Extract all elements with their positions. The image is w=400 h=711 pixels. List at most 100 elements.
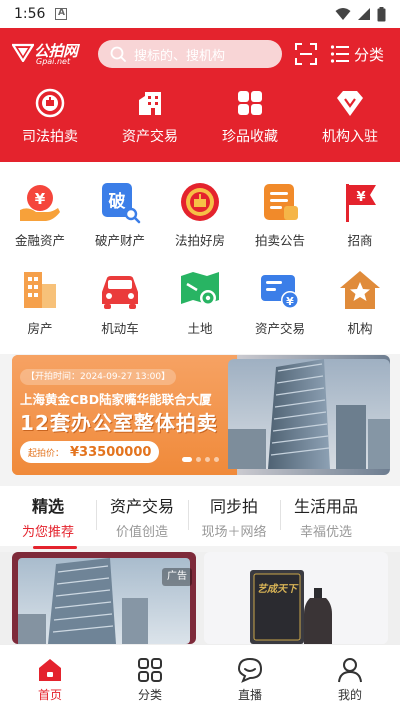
top-nav-institution-join[interactable]: 机构入驻: [300, 88, 400, 146]
grid-label: 拍卖公告: [254, 233, 305, 248]
category-icon: [138, 658, 162, 682]
banner-price-value: ¥33500000: [70, 444, 152, 460]
listing-cards: 广告 艺成天下: [0, 552, 400, 644]
banner-pagination: [182, 457, 219, 462]
grid-label: 土地: [187, 321, 213, 336]
search-icon: [110, 46, 126, 62]
grid-label: 金融资产: [14, 233, 65, 248]
search-placeholder: 搜标的、搜机构: [134, 48, 226, 64]
liquor-product-photo: 艺成天下: [204, 552, 388, 644]
land-pin-icon: [181, 272, 219, 306]
grid-row: ¥ 金融资产 破 破产财产 法拍好房 拍卖公告 ¥ 招商: [0, 180, 400, 249]
svg-text:¥: ¥: [286, 295, 294, 308]
wifi-icon: [335, 8, 351, 20]
tab-daily-goods[interactable]: 生活用品 幸福优选: [280, 486, 372, 546]
tab-subtitle: 价值创造: [115, 524, 168, 540]
logo-mark-icon: [12, 43, 34, 62]
top-nav-label: 司法拍卖: [22, 129, 78, 145]
bankrupt-char: 破: [109, 191, 126, 212]
logo[interactable]: 公拍网 Gpai.net: [12, 40, 88, 66]
banner-price-badge: 起拍价： ¥33500000: [20, 441, 160, 463]
promo-banner[interactable]: 【开拍时间：2024-09-27 13:00】 上海黄金CBD陆家嘴华能联合大厦…: [12, 355, 390, 475]
banner-auction-time: 【开拍时间：2024-09-27 13:00】: [20, 369, 177, 385]
grid-item-land[interactable]: 土地: [160, 268, 240, 337]
top-nav-label: 资产交易: [122, 129, 178, 145]
house-star-icon: [340, 271, 380, 309]
grid-label: 机构: [347, 321, 373, 336]
banner-dot[interactable]: [196, 457, 201, 462]
flag-yen-icon: ¥: [346, 184, 376, 222]
bottom-nav-label: 我的: [337, 688, 362, 702]
grid-item-auction-notice[interactable]: 拍卖公告: [240, 180, 320, 249]
banner-title: 上海黄金CBD陆家嘴华能联合大厦: [20, 392, 212, 407]
grid-label: 机动车: [101, 321, 139, 336]
tab-title: 精选: [31, 496, 64, 516]
top-nav-judicial-auction[interactable]: 司法拍卖: [0, 88, 100, 146]
home-icon: [39, 659, 61, 681]
liquor-card[interactable]: 艺成天下: [204, 552, 388, 644]
ad-badge: 广告: [162, 568, 192, 586]
banner-dot[interactable]: [182, 457, 192, 462]
active-tab-indicator: [33, 546, 77, 549]
tab-featured[interactable]: 精选 为您推荐: [0, 486, 96, 546]
live-chat-icon: [237, 657, 263, 683]
grid-label: 法拍好房: [174, 233, 225, 248]
court-emblem-icon: [35, 88, 65, 118]
battery-icon: [377, 6, 386, 21]
liquor-label: 艺成天下: [257, 583, 299, 595]
tab-title: 同步拍: [209, 496, 258, 516]
category-grid: ¥ 金融资产 破 破产财产 法拍好房 拍卖公告 ¥ 招商 房产 机动车 土地 ¥…: [0, 162, 400, 354]
grid-row: 房产 机动车 土地 ¥ 资产交易 机构: [0, 268, 400, 337]
grid-item-asset-trading[interactable]: ¥ 资产交易: [240, 268, 320, 337]
tab-subtitle: 为您推荐: [21, 524, 74, 540]
tab-subtitle: 幸福优选: [299, 524, 352, 540]
user-icon: [338, 658, 362, 683]
grid-item-financial-assets[interactable]: ¥ 金融资产: [0, 180, 80, 249]
status-time: 1:56: [14, 6, 46, 22]
bottom-nav-profile[interactable]: 我的: [300, 645, 400, 711]
grid-blocks-icon: [238, 91, 262, 115]
tab-title: 资产交易: [109, 496, 174, 516]
content-tabs: 精选 为您推荐 资产交易 价值创造 同步拍 现场＋网络 生活用品 幸福优选: [0, 486, 400, 546]
tab-title: 生活用品: [293, 496, 358, 516]
grid-item-institutions[interactable]: 机构: [320, 268, 400, 337]
tab-asset-trading[interactable]: 资产交易 价值创造: [96, 486, 188, 546]
grid-item-court-houses[interactable]: 法拍好房: [160, 180, 240, 249]
search-input[interactable]: 搜标的、搜机构: [98, 40, 282, 68]
logo-subtext: Gpai.net: [36, 57, 71, 66]
banner-building-photo: [228, 359, 390, 469]
top-nav: 司法拍卖 资产交易 珍品收藏 机构入驻: [0, 88, 400, 146]
header: 公拍网 Gpai.net 搜标的、搜机构 分类 司法拍卖 资产交易 珍品收藏 机…: [0, 28, 400, 162]
tab-subtitle: 现场＋网络: [201, 524, 267, 540]
banner-dot[interactable]: [205, 457, 210, 462]
hand-yen-icon: ¥: [20, 185, 60, 221]
scan-icon[interactable]: [294, 42, 318, 66]
grid-item-bankruptcy-property[interactable]: 破 破产财产: [80, 180, 160, 249]
grid-label: 招商: [347, 233, 373, 248]
bottom-nav-home[interactable]: 首页: [0, 645, 100, 711]
grid-item-real-estate[interactable]: 房产: [0, 268, 80, 337]
banner-price-label: 起拍价：: [28, 448, 65, 459]
status-bar: 1:56 A: [0, 0, 400, 28]
ad-card[interactable]: 广告: [12, 552, 196, 644]
grid-label: 房产: [27, 321, 53, 336]
bottom-nav-category[interactable]: 分类: [100, 645, 200, 711]
bottom-nav-label: 分类: [137, 688, 162, 702]
top-nav-asset-trading[interactable]: 资产交易: [100, 88, 200, 146]
category-label: 分类: [354, 45, 385, 64]
top-nav-collectibles[interactable]: 珍品收藏: [200, 88, 300, 146]
bottom-nav: 首页 分类 直播 我的: [0, 644, 400, 711]
svg-text:¥: ¥: [35, 190, 46, 208]
diamond-icon: [337, 91, 363, 116]
tab-sync-auction[interactable]: 同步拍 现场＋网络: [188, 486, 280, 546]
bottom-nav-live[interactable]: 直播: [200, 645, 300, 711]
notice-icon: [264, 184, 298, 220]
banner-dot[interactable]: [214, 457, 219, 462]
top-nav-label: 机构入驻: [322, 129, 378, 145]
category-button[interactable]: 分类: [330, 41, 384, 67]
notification-a-icon: A: [55, 8, 68, 20]
grid-label: 资产交易: [254, 321, 305, 336]
grid-item-investment[interactable]: ¥ 招商: [320, 180, 400, 249]
list-icon: [330, 45, 349, 63]
grid-item-vehicles[interactable]: 机动车: [80, 268, 160, 337]
